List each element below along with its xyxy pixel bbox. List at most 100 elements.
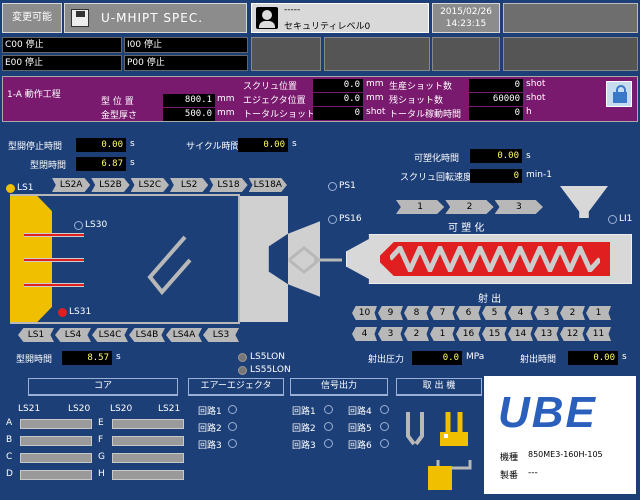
- core-row-label: C: [6, 452, 13, 462]
- user-panel[interactable]: ----- セキュリティレベル0: [251, 3, 429, 33]
- inject-arrow: 2: [560, 306, 585, 320]
- total-run-unit: h: [526, 107, 532, 117]
- circuit-indicator: [228, 439, 237, 448]
- circuit-indicator: [380, 422, 389, 431]
- total-run-value: 0: [469, 107, 523, 120]
- security-level: セキュリティレベル0: [284, 22, 371, 32]
- serial-label: 製番: [500, 471, 519, 481]
- ps16-indicator: [328, 215, 337, 224]
- circuit-label: 回路3: [198, 441, 222, 451]
- nozzle-link: [288, 246, 342, 274]
- mold-thick-value: 500.0: [163, 108, 215, 121]
- close-time-unit: s: [130, 158, 135, 168]
- open-time-label: 型開時間: [16, 355, 53, 365]
- ejector-pos-value: 0.0: [313, 93, 363, 106]
- status-i00: I00 停止: [124, 37, 248, 53]
- fixed-platen: [240, 196, 288, 322]
- clamp-arrow-top: LS2: [169, 178, 209, 192]
- brand-panel: UBE 機種 850ME3-160H-105 製番 ---: [484, 376, 636, 494]
- screw-pos-value: 0.0: [313, 79, 363, 92]
- circuit-label: 回路4: [348, 407, 372, 417]
- top-arrows: LS2A LS2B LS2C LS2 LS18 LS18A: [52, 178, 288, 194]
- core-row-label: H: [98, 469, 105, 479]
- process-band: 1-A 動作工程 型 位 置 800.1 mm 金型厚さ 500.0 mm スク…: [2, 76, 638, 122]
- air-ejector-button[interactable]: エアーエジェクタ: [188, 378, 284, 396]
- unlock-button[interactable]: [606, 81, 632, 107]
- ls1-indicator: [6, 184, 15, 193]
- bottom-arrows: LS1 LS4 LS4C LS4B LS4A LS3: [18, 328, 240, 344]
- ps16-label: PS16: [339, 214, 362, 224]
- cycle-time-label: サイクル時間: [186, 142, 240, 152]
- total-shot-value: 0: [313, 107, 363, 120]
- toggle-link: [147, 235, 192, 296]
- open-stop-label: 型開停止時間: [8, 142, 63, 152]
- total-run-label: トータル稼動時間: [389, 110, 462, 120]
- inject-arrow: 9: [378, 306, 403, 320]
- core-button[interactable]: コア: [28, 378, 178, 396]
- circuit-label: 回路3: [292, 441, 316, 451]
- status-p00: P00 停止: [124, 55, 248, 71]
- status-blank-4: [503, 37, 638, 71]
- clamp-arrow-top: LS18A: [248, 178, 287, 192]
- clamp-arrow-top: LS2C: [130, 178, 169, 192]
- signal-output-button[interactable]: 信号出力: [290, 378, 388, 396]
- open-time-value: 8.57: [62, 351, 112, 365]
- status-blank-1: [251, 37, 321, 71]
- clamp-arrow-bottom: LS4B: [129, 328, 165, 342]
- inject-arrow: 4: [508, 306, 533, 320]
- date: 2015/02/26: [440, 7, 492, 17]
- plastic-time-label: 可塑化時間: [414, 154, 460, 164]
- clamp-arrow-top: LS2A: [52, 178, 91, 192]
- inj-press-value: 0.0: [412, 351, 462, 365]
- title-button[interactable]: U-MHIPT SPEC.: [64, 3, 247, 33]
- clamp-arrow-top: LS2B: [91, 178, 130, 192]
- ejector-pos-label: エジェクタ位置: [243, 96, 306, 106]
- inject-arrow: 13: [534, 327, 559, 341]
- status-c00: C00 停止: [2, 37, 122, 53]
- ls55lon-label: LS55LON: [250, 365, 291, 375]
- clamp-arrow-bottom: LS4A: [166, 328, 202, 342]
- tie-bar-1: [24, 233, 84, 237]
- time: 14:23:15: [445, 19, 487, 29]
- mold-pos-unit: mm: [217, 94, 235, 104]
- core-row-label: E: [98, 418, 104, 428]
- inject-arrow: 12: [560, 327, 585, 341]
- core-bar-right: [112, 470, 184, 480]
- circuit-indicator: [228, 422, 237, 431]
- tie-bar-3: [24, 283, 84, 287]
- user-name: -----: [284, 5, 301, 15]
- core-bar-left: [20, 453, 92, 463]
- status-blank-3: [432, 37, 500, 71]
- core-row-label: B: [6, 435, 13, 445]
- floppy-icon: [71, 9, 89, 27]
- mold-thick-label: 金型厚さ: [101, 111, 138, 121]
- inj-time-value: 0.00: [568, 351, 618, 365]
- open-time-unit: s: [116, 352, 121, 362]
- takeout-button[interactable]: 取 出 機: [396, 378, 482, 396]
- ube-logo: UBE: [498, 388, 597, 437]
- plast-arrow: 2: [445, 200, 494, 214]
- ls55lon-indicator: [238, 366, 247, 375]
- prod-shot-value: 0: [469, 79, 523, 92]
- circuit-label: 回路2: [292, 424, 316, 434]
- core-row-label: G: [98, 452, 105, 462]
- ls1-label: LS1: [17, 183, 34, 193]
- core-bar-right: [112, 419, 184, 429]
- mode-button[interactable]: 変更可能: [2, 3, 62, 33]
- process-label: 1-A 動作工程: [7, 90, 61, 100]
- inject-arrow: 4: [352, 327, 377, 341]
- clamp-arrow-bottom: LS3: [203, 328, 239, 342]
- inject-arrow: 3: [378, 327, 403, 341]
- mold-thick-unit: mm: [217, 108, 235, 118]
- total-shot-label: トータルショット数: [243, 110, 325, 120]
- ls5lon-indicator: [238, 353, 247, 362]
- clamp-arrow-bottom: LS1: [18, 328, 54, 342]
- circuit-indicator: [324, 422, 333, 431]
- remain-shot-unit: shot: [526, 93, 546, 103]
- status-blank-2: [324, 37, 430, 71]
- screw-speed-value: 0: [470, 169, 522, 183]
- core-grid: A E B F C G D H: [4, 418, 194, 488]
- mold-pos-value: 800.1: [163, 94, 215, 107]
- model-value: 850ME3-160H-105: [528, 450, 603, 459]
- core-bar-right: [112, 436, 184, 446]
